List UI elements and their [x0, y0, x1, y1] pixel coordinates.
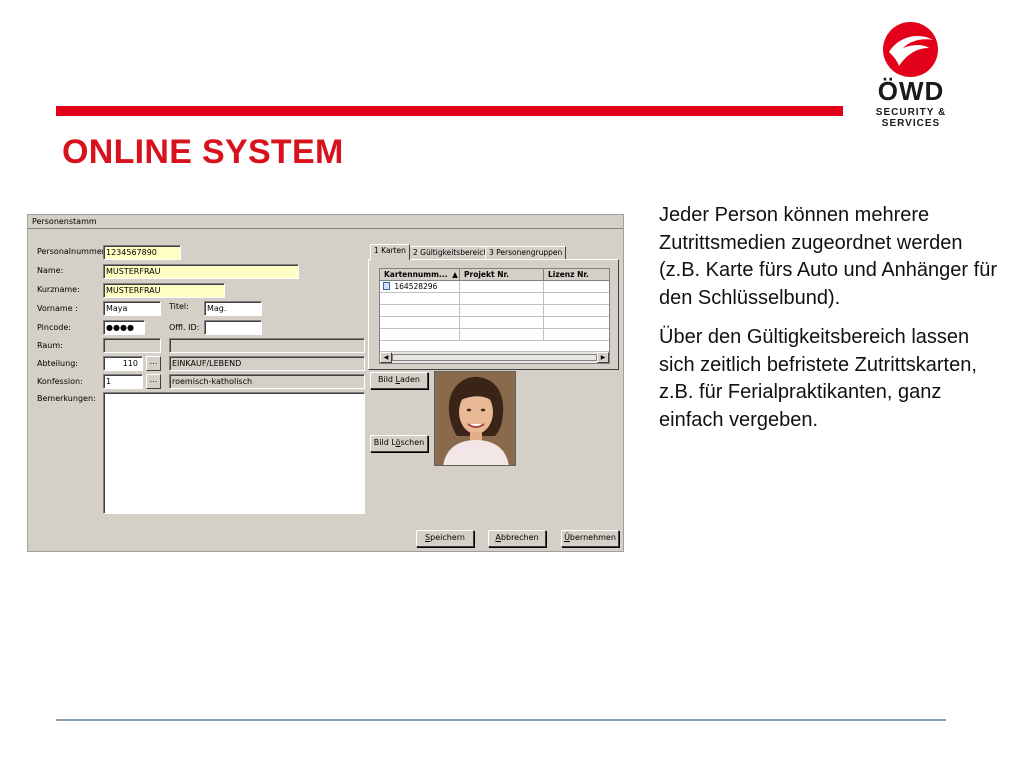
sort-up-icon: ▲ — [452, 270, 458, 279]
slide-title: ONLINE SYSTEM — [62, 133, 344, 171]
bemerkungen-label: Bemerkungen: — [37, 394, 96, 403]
table-empty-cell — [544, 293, 609, 305]
column-header-kartennummer[interactable]: Kartennumm... ▲ — [380, 269, 460, 281]
button-label: bbrechen — [500, 533, 539, 542]
logo-emblem-icon — [883, 22, 938, 77]
button-label: bernehmen — [569, 533, 616, 542]
abteilung-label: Abteilung: — [37, 359, 78, 368]
table-empty-cell — [380, 305, 460, 317]
titel-field[interactable]: Mag. — [204, 301, 262, 316]
konfession-name-field: roemisch-katholisch — [169, 374, 365, 389]
oewd-logo: ÖWD SECURITY & SERVICES — [846, 18, 976, 129]
name-field[interactable]: MUSTERFRAU — [103, 264, 299, 279]
table-empty-cell — [544, 317, 609, 329]
titel-label: Titel: — [169, 302, 189, 311]
abteilung-code-field[interactable]: 110 — [103, 356, 143, 371]
horizontal-scrollbar[interactable]: ◀ ▶ — [380, 351, 609, 363]
abteilung-name-field: EINKAUF/LEBEND — [169, 356, 365, 371]
table-empty-cell — [380, 293, 460, 305]
tab-gueltigkeitsbereich[interactable]: 2 Gültigkeitsbereich — [409, 246, 493, 259]
dialog-title: Personenstamm — [28, 215, 623, 229]
button-label: Bild — [377, 375, 396, 384]
tab-karten[interactable]: 1 Karten — [370, 244, 410, 260]
name-label: Name: — [37, 266, 64, 275]
personenstamm-dialog: Personenstamm Personalnummer: 1234567890… — [27, 214, 624, 552]
karten-tab-panel: Kartennumm... ▲ Projekt Nr. Lizenz Nr. 1… — [368, 259, 619, 370]
bild-laden-button[interactable]: Bild Laden — [370, 372, 428, 389]
scroll-right-icon[interactable]: ▶ — [597, 352, 609, 363]
description-paragraph: Jeder Person können mehrere Zutrittsmedi… — [659, 204, 997, 309]
header-red-bar — [56, 106, 843, 116]
button-label: schen — [400, 438, 425, 447]
table-empty-cell — [460, 329, 544, 341]
table-empty-cell — [460, 317, 544, 329]
table-empty-cell — [544, 329, 609, 341]
offl-id-field[interactable] — [204, 320, 262, 335]
pincode-label: Pincode: — [37, 323, 71, 332]
table-cell-lizenz[interactable] — [544, 281, 609, 293]
table-empty-cell — [380, 317, 460, 329]
description-paragraph: Über den Gültigkeitsbereich lassen sich … — [659, 326, 977, 431]
kurzname-field[interactable]: MUSTERFRAU — [103, 283, 225, 298]
table-empty-cell — [380, 329, 460, 341]
pincode-field[interactable]: ●●●● — [103, 320, 145, 335]
button-label: Bild L — [373, 438, 396, 447]
logo-tagline: SECURITY & SERVICES — [875, 107, 947, 129]
offl-id-label: Offl. ID: — [169, 323, 200, 332]
card-number: 164528296 — [394, 282, 438, 291]
card-icon — [383, 282, 390, 290]
konfession-lookup-button[interactable]: ... — [146, 374, 161, 389]
raum-code-field[interactable] — [103, 338, 161, 353]
table-empty-cell — [544, 305, 609, 317]
abteilung-lookup-button[interactable]: ... — [146, 356, 161, 371]
bild-loeschen-button[interactable]: Bild Löschen — [370, 435, 428, 452]
scroll-track[interactable] — [392, 354, 597, 361]
logo-name: ÖWD — [877, 76, 945, 106]
column-header-lizenz[interactable]: Lizenz Nr. — [544, 269, 609, 281]
person-photo — [434, 371, 516, 466]
column-header-projekt[interactable]: Projekt Nr. — [460, 269, 544, 281]
bemerkungen-textarea[interactable] — [103, 392, 365, 514]
vorname-field[interactable]: Maya — [103, 301, 161, 316]
table-empty-cell — [460, 293, 544, 305]
karten-table[interactable]: Kartennumm... ▲ Projekt Nr. Lizenz Nr. 1… — [379, 268, 610, 364]
scroll-left-icon[interactable]: ◀ — [380, 352, 392, 363]
tab-personengruppen[interactable]: 3 Personengruppen — [485, 246, 567, 259]
column-header-label: Kartennumm... — [384, 270, 448, 279]
konfession-code-field[interactable]: 1 — [103, 374, 143, 389]
kurzname-label: Kurzname: — [37, 285, 80, 294]
raum-name-field — [169, 338, 365, 353]
footer-line — [56, 719, 946, 721]
speichern-button[interactable]: Speichern — [416, 530, 474, 547]
konfession-label: Konfession: — [37, 377, 83, 386]
uebernehmen-button[interactable]: Übernehmen — [561, 530, 619, 547]
personalnummer-label: Personalnummer: — [37, 247, 108, 256]
raum-label: Raum: — [37, 341, 63, 350]
table-cell-projekt[interactable] — [460, 281, 544, 293]
button-label: aden — [400, 375, 420, 384]
vorname-label: Vorname : — [37, 304, 78, 313]
personalnummer-field[interactable]: 1234567890 — [103, 245, 181, 260]
table-empty-cell — [460, 305, 544, 317]
table-cell-kartennummer[interactable]: 164528296 — [380, 281, 460, 293]
button-label: peichern — [430, 533, 465, 542]
abbrechen-button[interactable]: Abbrechen — [488, 530, 546, 547]
description-text: Jeder Person können mehrere Zutrittsmedi… — [659, 202, 999, 446]
